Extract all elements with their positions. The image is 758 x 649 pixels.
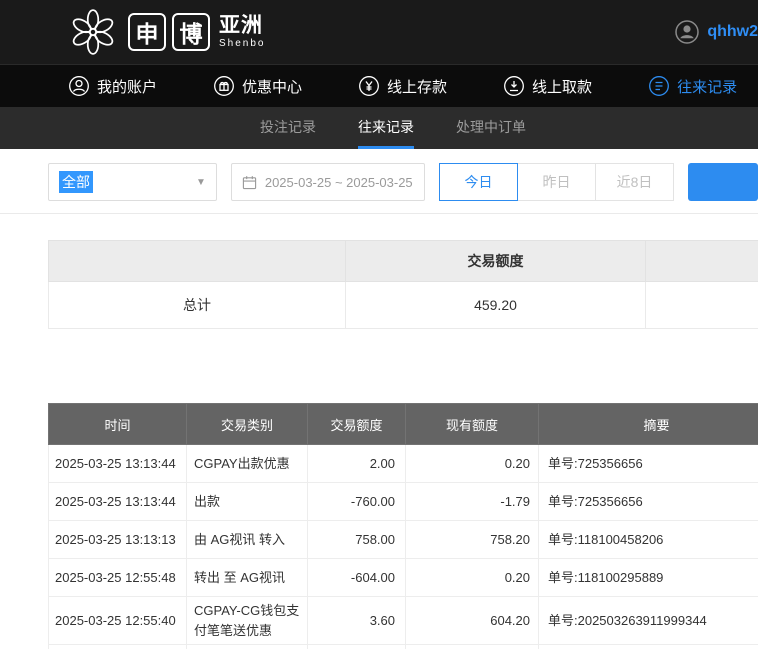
col-header-time: 时间 [48,403,187,445]
cell-time: 2025-03-25 13:13:44 [48,482,187,521]
cell-balance: 600.60 [405,644,539,649]
cell-balance: 604.20 [405,596,539,645]
date-range-value: 2025-03-25 ~ 2025-03-25 [264,174,413,190]
cell-summary: 单号:118100458206 [538,520,758,559]
nav-item-label: 往来记录 [677,78,738,96]
cell-summary: 单号:202503263911999344 [538,596,758,645]
user-account-area[interactable]: qhhw2 [674,19,758,45]
page: 申 博 亚洲 Shenbo qhhw2 我的账户 优惠中心 线上存款 线上取款 … [0,0,758,649]
main-nav: 我的账户 优惠中心 线上存款 线上取款 往来记录 [0,64,758,107]
summary-total-row: 总计 459.20 [48,281,758,329]
nav-item-withdraw[interactable]: 线上取款 [503,75,592,97]
cell-balance: 0.20 [405,558,539,597]
brand-char-1: 申 [128,13,166,51]
cell-summary: 单号:725356656 [538,482,758,521]
col-header-amount: 交易额度 [307,403,406,445]
nav-item-promotions[interactable]: 优惠中心 [213,75,302,97]
cell-summary: 单号:725356656 [538,444,758,483]
table-row: 2025-03-25 12:55:40CGPAY支付600.00600.60单号… [48,644,758,649]
tab-processing-orders[interactable]: 处理中订单 [456,107,526,149]
sub-nav: 投注记录 往来记录 处理中订单 [0,107,758,149]
user-avatar-icon [675,20,700,44]
cell-type: 出款 [186,482,308,521]
summary-total-label: 总计 [48,281,346,329]
nav-item-deposit[interactable]: 线上存款 [358,75,447,97]
cell-time: 2025-03-25 13:13:44 [48,444,187,483]
summary-header-empty-2 [645,240,758,282]
cell-amount: -760.00 [307,482,406,521]
cell-time: 2025-03-25 12:55:48 [48,558,187,597]
cell-type: 由 AG视讯 转入 [186,520,308,559]
cell-type: CGPAY支付 [186,644,308,649]
table-row: 2025-03-25 13:13:44 CGPAY出款优惠 2.00 0.20 单号:7… [48,444,758,483]
cell-amount: 3.60 [307,596,406,645]
records-table-body: 2025-03-25 13:13:44 CGPAY出款优惠 2.00 0.20 单号:7… [48,444,758,649]
username[interactable]: qhhw2 [707,23,758,41]
col-header-type: 交易类别 [186,403,308,445]
col-header-summary: 摘要 [538,403,758,445]
today-button[interactable]: 今日 [439,163,518,201]
brand-char-2: 博 [172,13,210,51]
summary-header-empty [48,240,346,282]
nav-item-label: 线上存款 [387,78,448,96]
summary-total-value: 459.20 [345,281,646,329]
cell-time: 2025-03-25 12:55:40 [48,644,187,649]
nav-item-my-account[interactable]: 我的账户 [68,75,157,97]
cell-balance: -1.79 [405,482,539,521]
tab-transaction-records[interactable]: 往来记录 [358,107,414,149]
table-row: 2025-03-25 13:13:44 出款 -760.00 -1.79 单号:7253… [48,482,758,521]
table-row: 2025-03-25 12:55:48 转出 至 AG视讯 -604.00 0.20 单… [48,558,758,597]
cell-summary: 单号:202503263911999344 [538,644,758,649]
nav-item-label: 我的账户 [97,78,158,96]
cell-amount: 2.00 [307,444,406,483]
account-icon [69,76,89,96]
records-table: 时间 交易类别 交易额度 现有额度 摘要 2025-03-25 13:13:44… [48,403,758,649]
records-icon [649,76,670,96]
cell-amount: 758.00 [307,520,406,559]
tab-bet-records[interactable]: 投注记录 [260,107,316,149]
table-row: 2025-03-25 13:13:13 由 AG视讯 转入 758.00 758.20… [48,520,758,559]
summary-empty-cell [645,281,758,329]
section-divider [0,213,758,214]
chevron-down-icon: ▼ [195,176,206,188]
cell-balance: 0.20 [405,444,539,483]
cell-type: CGPAY出款优惠 [186,444,308,483]
yesterday-button[interactable]: 昨日 [517,163,596,201]
query-button[interactable] [688,163,758,201]
cell-time: 2025-03-25 13:13:13 [48,520,187,559]
cell-time: 2025-03-25 12:55:40 [48,596,187,645]
logo-flower-icon [72,9,114,55]
summary-header-label: 交易额度 [345,240,646,282]
last8days-button[interactable]: 近8日 [595,163,674,201]
top-bar: 申 博 亚洲 Shenbo qhhw2 [0,0,758,64]
nav-item-records[interactable]: 往来记录 [648,75,737,97]
type-select[interactable]: 全部 ▼ [48,163,217,201]
quick-range-group: 今日 昨日 近8日 [439,163,674,201]
cell-amount: 600.00 [307,644,406,649]
records-table-head: 时间 交易类别 交易额度 现有额度 摘要 [48,403,758,445]
deposit-icon [359,76,379,96]
brand-name-en: Shenbo [219,38,266,49]
nav-item-label: 优惠中心 [242,78,303,96]
summary-table: 交易额度 总计 459.20 [48,240,758,329]
records-header-row: 时间 交易类别 交易额度 现有额度 摘要 [48,403,758,445]
cell-type: CGPAY-CG钱包支付笔笔送优惠 [186,596,308,645]
brand-wordmark: 亚洲 Shenbo [219,15,265,49]
cell-type: 转出 至 AG视讯 [186,558,308,597]
brand-region: 亚洲 [219,14,263,37]
cell-balance: 758.20 [405,520,539,559]
summary-header-row: 交易额度 [48,240,758,282]
calendar-icon [242,175,256,189]
cell-summary: 单号:118100295889 [538,558,758,597]
type-select-value: 全部 [59,171,93,193]
promo-icon [214,76,234,96]
col-header-balance: 现有额度 [405,403,539,445]
filter-row: 全部 ▼ 2025-03-25 ~ 2025-03-25 今日 昨日 近8日 [48,163,758,201]
nav-item-label: 线上取款 [532,78,593,96]
cell-amount: -604.00 [307,558,406,597]
table-row: 2025-03-25 12:55:40 CGPAY-CG钱包支付笔笔送优惠 3.60… [48,596,758,645]
withdraw-icon [504,76,524,96]
date-range-input[interactable]: 2025-03-25 ~ 2025-03-25 [230,163,425,201]
